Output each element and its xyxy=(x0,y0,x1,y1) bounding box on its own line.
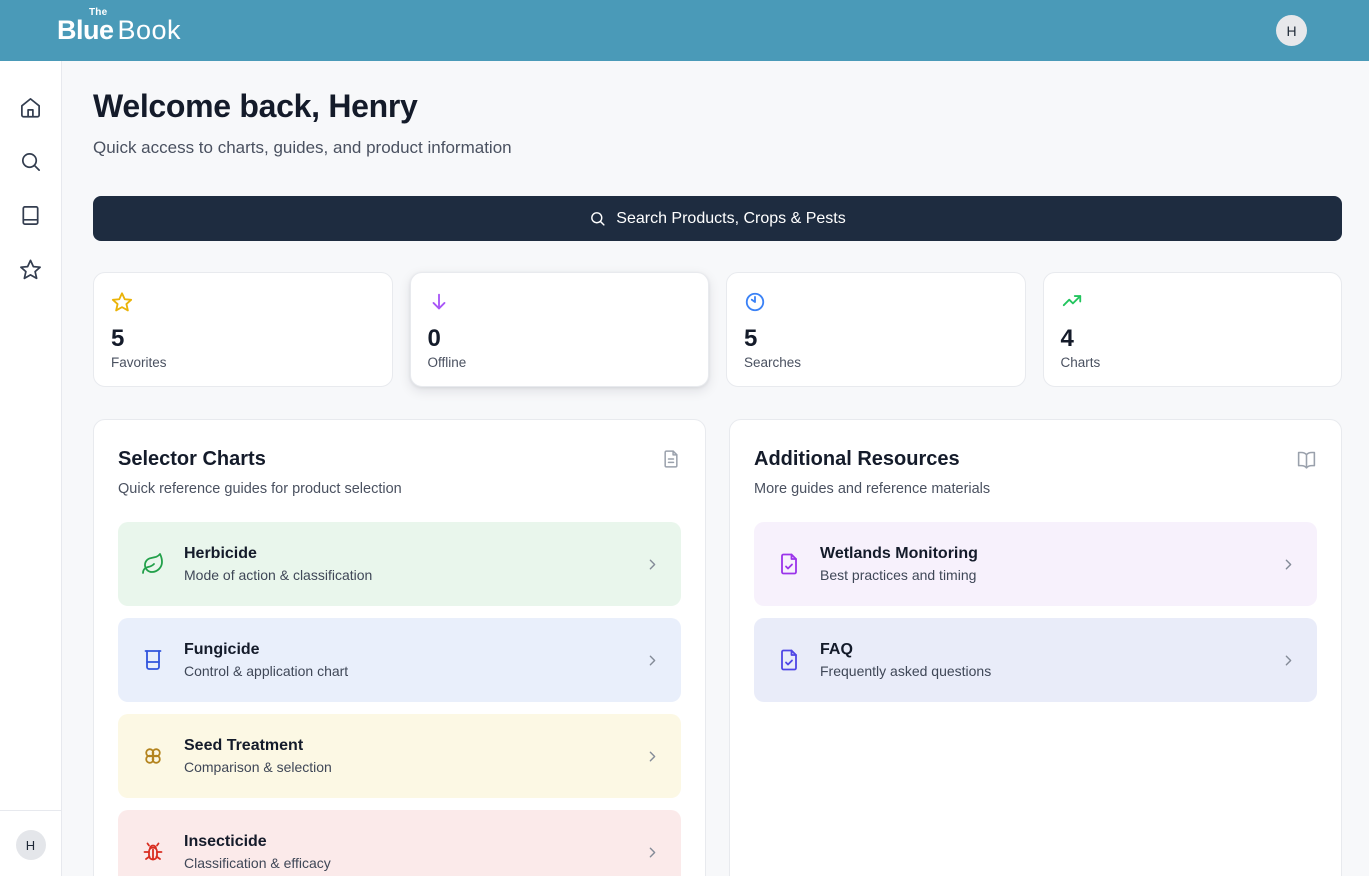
sidebar-footer: H xyxy=(0,810,61,876)
logo-the: The xyxy=(89,8,107,18)
list-item-title: Herbicide xyxy=(184,545,625,563)
list-item-subtitle: Classification & efficacy xyxy=(184,855,625,871)
panel-subtitle: More guides and reference materials xyxy=(754,481,1317,497)
sidebar-avatar[interactable]: H xyxy=(16,830,46,860)
file-check-icon xyxy=(777,648,801,672)
stat-value: 4 xyxy=(1061,325,1325,353)
chevron-right-icon xyxy=(1280,652,1297,669)
search-icon xyxy=(589,210,606,227)
logo-book: Book xyxy=(118,17,182,44)
list-item-seed-treatment[interactable]: Seed Treatment Comparison & selection xyxy=(118,714,681,798)
stat-card-charts[interactable]: 4 Charts xyxy=(1043,272,1343,387)
list-item-title: Fungicide xyxy=(184,641,625,659)
list-item-subtitle: Frequently asked questions xyxy=(820,663,1261,679)
book-icon[interactable] xyxy=(19,204,42,227)
stat-value: 5 xyxy=(744,325,1008,353)
list-item-subtitle: Control & application chart xyxy=(184,663,625,679)
chevron-right-icon xyxy=(644,652,661,669)
list-item-faq[interactable]: FAQ Frequently asked questions xyxy=(754,618,1317,702)
list-item-fungicide[interactable]: Fungicide Control & application chart xyxy=(118,618,681,702)
stat-value: 5 xyxy=(111,325,375,353)
sidebar-nav xyxy=(19,61,42,810)
bug-icon xyxy=(141,840,165,864)
chevron-right-icon xyxy=(644,748,661,765)
list-item-wetlands-monitoring[interactable]: Wetlands Monitoring Best practices and t… xyxy=(754,522,1317,606)
chevron-right-icon xyxy=(1280,556,1297,573)
stat-label: Offline xyxy=(428,355,692,370)
list-item-title: Wetlands Monitoring xyxy=(820,545,1261,563)
panel-title: Additional Resources xyxy=(754,448,960,471)
chevron-right-icon xyxy=(644,844,661,861)
list-item-title: Insecticide xyxy=(184,833,625,851)
stat-value: 0 xyxy=(428,325,692,353)
list-item-title: FAQ xyxy=(820,641,1261,659)
search-products-button[interactable]: Search Products, Crops & Pests xyxy=(93,196,1342,241)
file-check-icon xyxy=(777,552,801,576)
panel-subtitle: Quick reference guides for product selec… xyxy=(118,481,681,497)
page-title: Welcome back, Henry xyxy=(93,88,1342,125)
star-icon xyxy=(111,291,375,313)
additional-resources-panel: Additional Resources More guides and ref… xyxy=(729,419,1342,876)
panels-row: Selector Charts Quick reference guides f… xyxy=(93,419,1342,876)
selector-charts-list: Herbicide Mode of action & classificatio… xyxy=(118,522,681,876)
panel-title: Selector Charts xyxy=(118,448,266,471)
list-item-subtitle: Mode of action & classification xyxy=(184,567,625,583)
blue-book-logo[interactable]: The Blue Book xyxy=(57,17,181,44)
trending-up-icon xyxy=(1061,291,1325,313)
selector-charts-panel: Selector Charts Quick reference guides f… xyxy=(93,419,706,876)
stat-label: Searches xyxy=(744,355,1008,370)
arrow-down-icon xyxy=(428,291,692,313)
stat-card-searches[interactable]: 5 Searches xyxy=(726,272,1026,387)
chevron-right-icon xyxy=(644,556,661,573)
page-subtitle: Quick access to charts, guides, and prod… xyxy=(93,138,1342,158)
stats-row: 5 Favorites 0 Offline 5 Searches 4 Chart… xyxy=(93,272,1342,387)
list-item-subtitle: Comparison & selection xyxy=(184,759,625,775)
beaker-icon xyxy=(141,648,165,672)
stat-label: Charts xyxy=(1061,355,1325,370)
additional-resources-list: Wetlands Monitoring Best practices and t… xyxy=(754,522,1317,702)
star-icon[interactable] xyxy=(19,258,42,281)
clock-icon xyxy=(744,291,1008,313)
list-item-herbicide[interactable]: Herbicide Mode of action & classificatio… xyxy=(118,522,681,606)
search-icon[interactable] xyxy=(19,150,42,173)
list-item-title: Seed Treatment xyxy=(184,737,625,755)
logo-blue: Blue xyxy=(57,17,114,44)
main-content: Welcome back, Henry Quick access to char… xyxy=(62,61,1369,876)
header-avatar[interactable]: H xyxy=(1276,15,1307,46)
stat-label: Favorites xyxy=(111,355,375,370)
stat-card-offline[interactable]: 0 Offline xyxy=(410,272,710,387)
file-text-icon xyxy=(661,449,681,469)
stat-card-favorites[interactable]: 5 Favorites xyxy=(93,272,393,387)
flower-icon xyxy=(141,744,165,768)
search-button-label: Search Products, Crops & Pests xyxy=(616,210,845,228)
leaf-icon xyxy=(141,552,165,576)
list-item-insecticide[interactable]: Insecticide Classification & efficacy xyxy=(118,810,681,876)
home-icon[interactable] xyxy=(19,96,42,119)
app-header: The Blue Book H xyxy=(0,0,1369,61)
book-open-icon xyxy=(1296,449,1317,470)
list-item-subtitle: Best practices and timing xyxy=(820,567,1261,583)
sidebar: H xyxy=(0,61,62,876)
